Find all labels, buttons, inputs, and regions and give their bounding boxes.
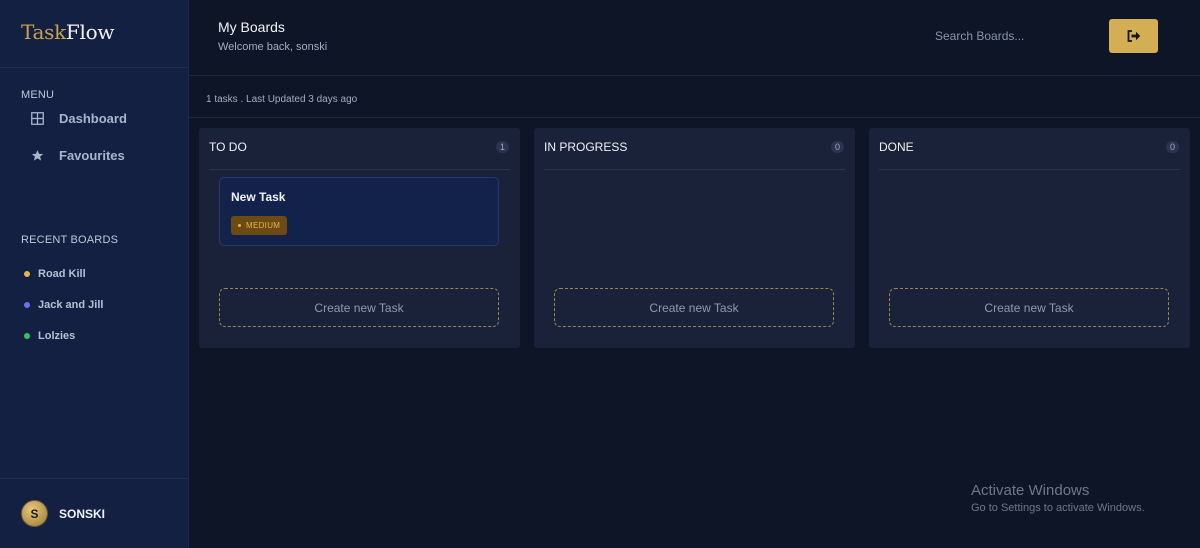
recent-board-label: Jack and Jill	[38, 299, 104, 311]
column-divider	[544, 169, 845, 170]
priority-label: MEDIUM	[246, 221, 281, 230]
sidebar-item-label: Dashboard	[59, 111, 127, 126]
sidebar-item-dashboard[interactable]: Dashboard	[30, 111, 127, 126]
sidebar-divider	[0, 478, 188, 479]
column-title: DONE	[879, 140, 914, 154]
logout-button[interactable]	[1109, 19, 1158, 53]
column-done: DONE 0 Create new Task	[869, 128, 1190, 348]
username: SONSKI	[59, 506, 106, 521]
app-root: TaskFlow MENU Dashboard Favourites RECEN…	[0, 0, 1200, 548]
header: My Boards Welcome back, sonski	[189, 0, 1200, 76]
board-color-dot	[24, 302, 30, 308]
welcome-message: Welcome back, sonski	[218, 41, 328, 53]
task-title: New Task	[231, 190, 286, 204]
page-title: My Boards	[218, 19, 285, 35]
column-divider	[209, 169, 510, 170]
sidebar-divider	[0, 67, 188, 68]
logout-icon	[1127, 30, 1141, 42]
search-input[interactable]	[935, 27, 1075, 45]
watermark-subtitle: Go to Settings to activate Windows.	[971, 502, 1145, 514]
app-logo[interactable]: TaskFlow	[21, 20, 114, 44]
column-title: TO DO	[209, 140, 247, 154]
user-profile[interactable]: S SONSKI	[21, 500, 105, 527]
column-in-progress: IN PROGRESS 0 Create new Task	[534, 128, 855, 348]
column-count-badge: 1	[496, 141, 509, 153]
logo-part-task: Task	[21, 20, 66, 44]
create-task-button[interactable]: Create new Task	[219, 288, 499, 327]
priority-dot	[238, 224, 241, 227]
watermark-title: Activate Windows	[971, 482, 1090, 499]
main-content: My Boards Welcome back, sonski 1 tasks .…	[189, 0, 1200, 548]
recent-board-label: Lolzies	[38, 330, 76, 342]
logo-part-flow: Flow	[65, 20, 115, 44]
kanban-columns: TO DO 1 New Task MEDIUM Create new Task …	[199, 128, 1190, 348]
avatar: S	[21, 500, 48, 527]
column-count-badge: 0	[831, 141, 844, 153]
activate-windows-watermark: Activate Windows Go to Settings to activ…	[971, 482, 1145, 514]
board-meta-bar: 1 tasks . Last Updated 3 days ago	[189, 76, 1200, 118]
grid-icon	[30, 112, 44, 126]
column-todo: TO DO 1 New Task MEDIUM Create new Task	[199, 128, 520, 348]
create-task-button[interactable]: Create new Task	[554, 288, 834, 327]
column-divider	[879, 169, 1180, 170]
board-meta-text: 1 tasks . Last Updated 3 days ago	[206, 94, 358, 105]
task-card[interactable]: New Task MEDIUM	[219, 177, 499, 246]
star-icon	[30, 149, 44, 163]
board-color-dot	[24, 333, 30, 339]
recent-board-road-kill[interactable]: Road Kill	[24, 268, 86, 280]
column-title: IN PROGRESS	[544, 140, 628, 154]
sidebar-item-label: Favourites	[59, 148, 125, 163]
recent-board-label: Road Kill	[38, 268, 86, 280]
sidebar-item-favourites[interactable]: Favourites	[30, 148, 125, 163]
priority-badge: MEDIUM	[231, 216, 288, 235]
recent-board-lolzies[interactable]: Lolzies	[24, 330, 75, 342]
menu-section-label: MENU	[21, 89, 55, 101]
board-color-dot	[24, 271, 30, 277]
recent-board-jack-and-jill[interactable]: Jack and Jill	[24, 299, 103, 311]
create-task-button[interactable]: Create new Task	[889, 288, 1169, 327]
sidebar: TaskFlow MENU Dashboard Favourites RECEN…	[0, 0, 189, 548]
recent-boards-label: RECENT BOARDS	[21, 234, 119, 246]
column-count-badge: 0	[1166, 141, 1179, 153]
